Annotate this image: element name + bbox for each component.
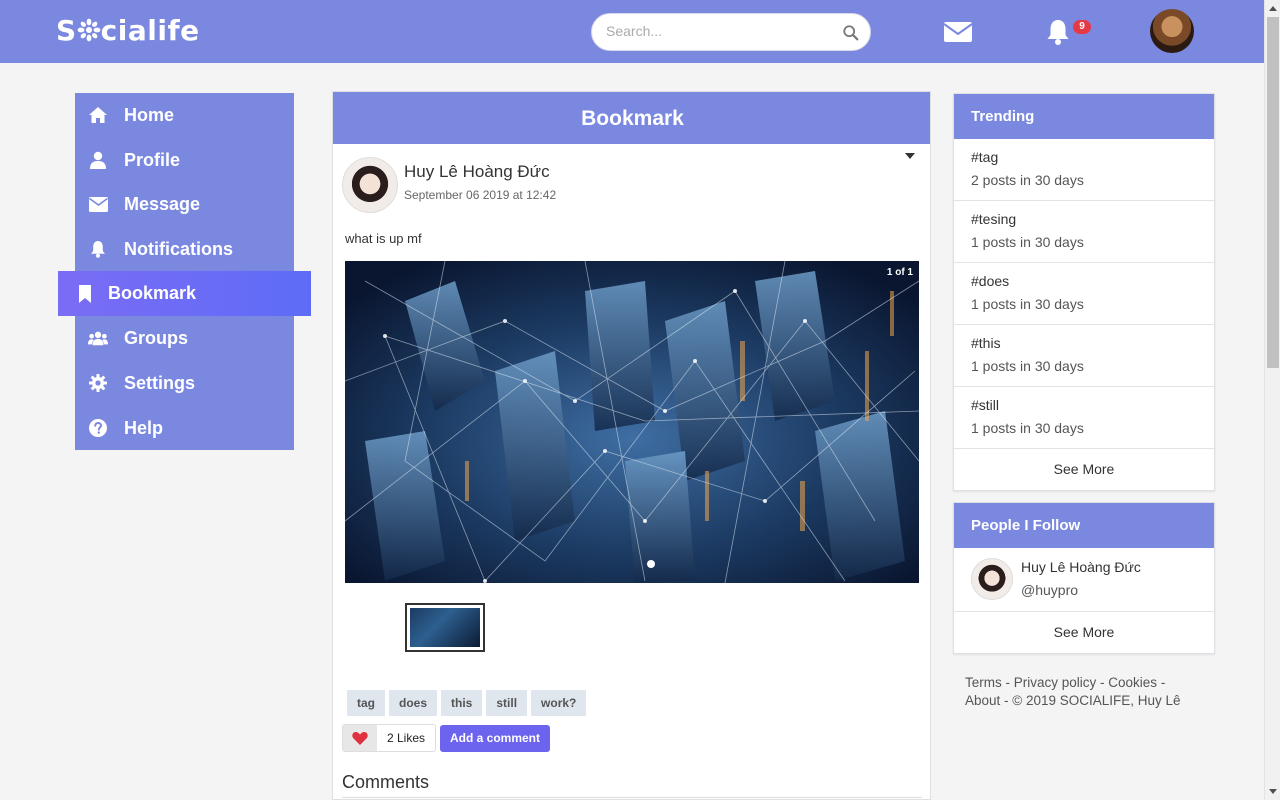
about-link[interactable]: About [965, 693, 1000, 708]
privacy-policy-link[interactable]: Privacy policy [1014, 675, 1097, 690]
add-comment-button[interactable]: Add a comment [440, 725, 551, 752]
footer-separator: - [1000, 693, 1013, 708]
trending-see-more-link[interactable]: See More [954, 449, 1214, 490]
following-panel: People I Follow Huy Lê Hoàng Đức @huypro… [953, 502, 1215, 654]
trending-count: 1 posts in 30 days [971, 358, 1084, 374]
sidebar-item-groups[interactable]: Groups [75, 316, 294, 360]
comments-heading: Comments [342, 772, 430, 792]
page-title: Bookmark [333, 92, 930, 144]
trending-tag: #tag [971, 149, 999, 165]
footer-separator: - [1001, 675, 1014, 690]
bookmark-panel: Bookmark Huy Lê Hoàng Đức September 06 2… [332, 91, 931, 800]
carousel-dot[interactable] [647, 560, 655, 568]
gear-icon [88, 373, 108, 393]
post-image[interactable]: 1 of 1 [345, 261, 919, 583]
image-thumbnail[interactable] [405, 603, 485, 652]
footer-links: Terms - Privacy policy - Cookies - About… [965, 674, 1225, 710]
top-navbar: S cialife 9 [0, 0, 1264, 63]
notification-count-badge: 9 [1073, 20, 1091, 34]
following-heading: People I Follow [954, 503, 1214, 548]
scroll-up-arrow-icon[interactable] [1269, 6, 1277, 11]
post-options-caret-icon[interactable] [905, 153, 915, 159]
trending-count: 2 posts in 30 days [971, 172, 1084, 188]
post-date: September 06 2019 at 12:42 [404, 188, 557, 202]
trending-item[interactable]: #this 1 posts in 30 days [954, 325, 1214, 387]
trending-count: 1 posts in 30 days [971, 296, 1084, 312]
image-counter: 1 of 1 [886, 267, 913, 278]
tag-chip[interactable]: tag [347, 690, 385, 716]
sidebar-item-label: Help [124, 417, 164, 438]
sidebar-item-bookmark[interactable]: Bookmark [58, 271, 311, 316]
search-input[interactable] [606, 23, 836, 39]
logo[interactable]: S cialife [56, 14, 200, 47]
trending-count: 1 posts in 30 days [971, 420, 1084, 436]
messages-envelope-icon[interactable] [943, 20, 973, 44]
user-avatar[interactable] [1150, 9, 1194, 53]
notifications-bell-icon[interactable] [1045, 18, 1071, 46]
users-icon [88, 328, 108, 348]
logo-text-rest: cialife [100, 14, 200, 47]
likes-count: 2 Likes [377, 725, 436, 751]
sidebar-item-message[interactable]: Message [75, 182, 294, 226]
trending-item[interactable]: #still 1 posts in 30 days [954, 387, 1214, 449]
logo-flower-icon [77, 18, 101, 42]
like-button[interactable]: 2 Likes [342, 724, 437, 752]
home-icon [88, 105, 108, 125]
scroll-down-arrow-icon[interactable] [1269, 789, 1277, 794]
sidebar-item-label: Profile [124, 149, 181, 170]
sidebar-item-label: Bookmark [108, 283, 197, 303]
sidebar-item-label: Message [124, 193, 201, 214]
trending-tag: #this [971, 335, 1001, 351]
bell-icon [88, 239, 108, 259]
question-circle-icon [88, 418, 108, 438]
city-network-image [345, 261, 919, 583]
trending-tag: #does [971, 273, 1010, 289]
search-box [591, 13, 871, 51]
logo-text-s: S [56, 14, 77, 47]
followed-person[interactable]: Huy Lê Hoàng Đức @huypro [954, 548, 1214, 612]
trending-item[interactable]: #tag 2 posts in 30 days [954, 139, 1214, 201]
followed-person-handle: @huypro [1021, 582, 1079, 598]
post-author-name[interactable]: Huy Lê Hoàng Đức [404, 162, 550, 182]
post-tags: tag does this still work? [347, 690, 587, 716]
user-icon [88, 150, 108, 170]
trending-item[interactable]: #does 1 posts in 30 days [954, 263, 1214, 325]
post-text: what is up mf [345, 231, 422, 246]
copyright-text: © 2019 SOCIALIFE, Huy Lê [1012, 693, 1181, 708]
trending-tag: #still [971, 397, 1000, 413]
heart-icon [343, 725, 377, 751]
following-see-more-link[interactable]: See More [954, 612, 1214, 653]
sidebar-item-label: Home [124, 104, 175, 125]
post-author-avatar[interactable] [342, 157, 398, 213]
search-icon[interactable] [842, 24, 860, 42]
trending-heading: Trending [954, 94, 1214, 139]
tag-chip[interactable]: work? [531, 690, 587, 716]
sidebar-item-settings[interactable]: Settings [75, 361, 294, 405]
sidebar-item-home[interactable]: Home [75, 93, 294, 137]
followed-person-name: Huy Lê Hoàng Đức [1021, 559, 1141, 575]
terms-link[interactable]: Terms [965, 675, 1002, 690]
trending-item[interactable]: #tesing 1 posts in 30 days [954, 201, 1214, 263]
trending-tag: #tesing [971, 211, 1017, 227]
sidebar-item-notifications[interactable]: Notifications [75, 227, 294, 271]
tag-chip[interactable]: does [389, 690, 438, 716]
sidebar-item-label: Notifications [124, 238, 234, 259]
page-scrollbar[interactable] [1264, 0, 1280, 800]
trending-count: 1 posts in 30 days [971, 234, 1084, 250]
sidebar-item-profile[interactable]: Profile [75, 138, 294, 182]
comments-divider [342, 797, 922, 798]
bookmark-icon [75, 284, 95, 304]
scroll-thumb[interactable] [1267, 17, 1279, 368]
envelope-icon [88, 194, 108, 214]
sidebar-item-label: Settings [124, 372, 196, 393]
tag-chip[interactable]: this [441, 690, 483, 716]
tag-chip[interactable]: still [486, 690, 528, 716]
followed-person-avatar [971, 558, 1013, 600]
footer-separator: - [1096, 675, 1109, 690]
trending-panel: Trending #tag 2 posts in 30 days #tesing… [953, 93, 1215, 491]
footer-separator: - [1157, 675, 1166, 690]
sidebar-item-help[interactable]: Help [75, 406, 294, 450]
cookies-link[interactable]: Cookies [1108, 675, 1157, 690]
sidebar-item-label: Groups [124, 327, 189, 348]
